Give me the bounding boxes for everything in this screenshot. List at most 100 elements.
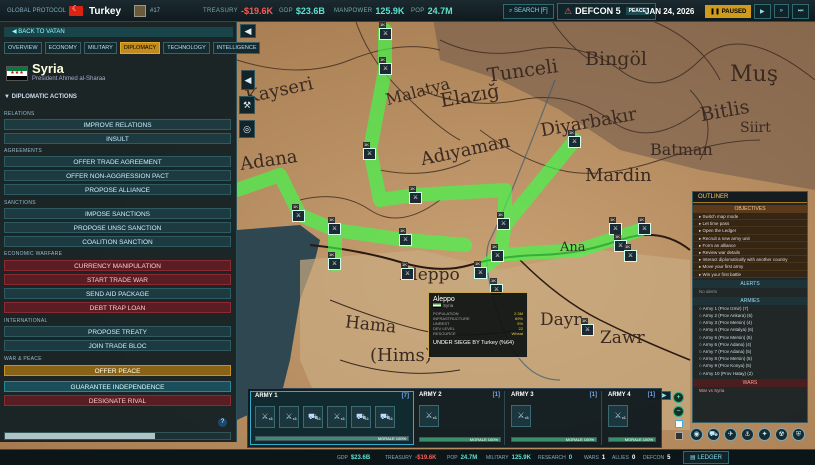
tab-intelligence[interactable]: INTELLIGENCE <box>212 42 261 54</box>
unit-card[interactable]: ⚔ x1 <box>419 405 439 427</box>
objective-item[interactable]: ▸ Switch map mode <box>693 213 807 221</box>
unit-card[interactable]: ⚔ x1 <box>327 406 347 428</box>
unit-icon-4[interactable]: ⚓ <box>741 428 754 441</box>
impose-sanctions-button[interactable]: IMPOSE SANCTIONS <box>4 208 231 219</box>
tab-overview[interactable]: OVERVIEW <box>4 42 42 54</box>
objective-item[interactable]: ▸ Let time pass <box>693 220 807 228</box>
objective-item[interactable]: ▸ Win your first battle <box>693 270 807 278</box>
search-button[interactable]: ⌕ SEARCH [F] <box>503 3 554 19</box>
wars-header[interactable]: WARS <box>693 378 807 387</box>
army-card-2[interactable]: ARMY 2 [1] ⚔ x1 MORALE 100% <box>415 391 505 445</box>
unit-marker[interactable]: ⚔ <box>401 262 414 280</box>
unit-marker[interactable]: ⚔ <box>328 217 341 235</box>
objective-item[interactable]: ▸ Interact diplomatically with another c… <box>693 256 807 264</box>
unit-card[interactable]: ⛟ x1 <box>375 406 395 428</box>
propose-alliance-button[interactable]: PROPOSE ALLIANCE <box>4 184 231 195</box>
army-list-item[interactable]: ○ Army 1 (Prov Izmir) (7) <box>693 305 807 312</box>
diplomatic-actions-header[interactable]: ▼ DIPLOMATIC ACTIONS <box>4 94 77 100</box>
unit-marker[interactable]: ⚔ <box>497 212 510 230</box>
tab-economy[interactable]: ECONOMY <box>44 42 81 54</box>
unit-icon-7[interactable]: ⛨ <box>792 428 805 441</box>
country-name[interactable]: Turkey <box>89 0 121 22</box>
unit-marker[interactable]: ⚔ <box>581 318 594 336</box>
ledger-button[interactable]: ▤ LEDGER <box>683 451 730 464</box>
unit-marker[interactable]: ⚔ <box>409 186 422 204</box>
collapse-left-button[interactable]: ◀ <box>240 24 256 38</box>
tab-military[interactable]: MILITARY <box>83 42 117 54</box>
objective-item[interactable]: ▸ Recruit a new army unit <box>693 234 807 242</box>
propose-treaty-button[interactable]: PROPOSE TREATY <box>4 326 231 337</box>
trade-war-button[interactable]: START TRADE WAR <box>4 274 231 285</box>
unit-icon-5[interactable]: ✦ <box>758 428 771 441</box>
army-list-item[interactable]: ○ Army 6 (Prov Adana) (4) <box>693 341 807 348</box>
unit-icon-3[interactable]: ✈ <box>724 428 737 441</box>
minimap-toggle[interactable] <box>675 420 683 428</box>
objective-item[interactable]: ▸ Open the Ledger <box>693 227 807 235</box>
defcon-indicator[interactable]: ⚠ DEFCON 5 PEACE <box>557 2 656 20</box>
help-icon[interactable]: ? <box>218 418 227 427</box>
objective-item[interactable]: ▸ Form an alliance <box>693 241 807 249</box>
unit-card[interactable]: ⚔ x1 <box>511 405 531 427</box>
unsc-sanction-button[interactable]: PROPOSE UNSC SANCTION <box>4 222 231 233</box>
debt-trap-button[interactable]: DEBT TRAP LOAN <box>4 302 231 313</box>
unit-card[interactable]: ⚔ x1 <box>255 406 275 428</box>
layers-tool-button[interactable]: ◎ <box>239 120 255 138</box>
unit-marker[interactable]: ⚔ <box>624 244 637 262</box>
armies-header[interactable]: ARMIES <box>693 296 807 305</box>
unit-marker[interactable]: ⚔ <box>491 244 504 262</box>
build-tool-button[interactable]: ⚒ <box>239 96 255 114</box>
unit-card[interactable]: ⚔ x1 <box>279 406 299 428</box>
unit-marker[interactable]: ⚔ <box>474 261 487 279</box>
guarantee-independence-button[interactable]: GUARANTEE INDEPENDENCE <box>4 381 231 392</box>
offer-trade-button[interactable]: OFFER TRADE AGREEMENT <box>4 156 231 167</box>
scrollbar-thumb[interactable] <box>5 433 155 439</box>
unit-card[interactable]: ⚔ x1 <box>608 405 628 427</box>
army-list-item[interactable]: ○ Army 5 (Prov Mersin) (5) <box>693 334 807 341</box>
unit-marker[interactable]: ⚔ <box>328 252 341 270</box>
unit-icon-6[interactable]: ☢ <box>775 428 788 441</box>
army-list-item[interactable]: ○ Army 2 (Prov Ankara) (6) <box>693 312 807 319</box>
objective-item[interactable]: ▸ Review war details <box>693 248 807 257</box>
offer-peace-button[interactable]: OFFER PEACE <box>4 365 231 376</box>
join-trade-bloc-button[interactable]: JOIN TRADE BLOC <box>4 340 231 351</box>
outliner-title[interactable]: OUTLINER <box>693 192 807 203</box>
insult-button[interactable]: INSULT <box>4 133 231 144</box>
army-list-item[interactable]: ○ Army 3 (Prov Mersin) (4) <box>693 319 807 326</box>
army-list-item[interactable]: ○ Army 4 (Prov Antalya) (6) <box>693 326 807 333</box>
army-card-3[interactable]: ARMY 3 [1] ⚔ x1 MORALE 100% <box>507 391 602 445</box>
unit-card[interactable]: ⛟ x1 <box>351 406 371 428</box>
paused-button[interactable]: ❚❚ PAUSED <box>705 4 752 18</box>
army-list-item[interactable]: ○ Army 9 (Prov Konya) (5) <box>693 362 807 369</box>
army-card-1[interactable]: ARMY 1 [7] ⚔ x1 ⚔ x1 ⛟ x1 ⚔ x1 ⛟ x1 ⛟ x1 MORALE… <box>250 391 414 445</box>
objective-item[interactable]: ▸ Move your first army <box>693 263 807 271</box>
army-card-4[interactable]: ARMY 4 [1] ⚔ x1 MORALE 100% <box>604 391 659 445</box>
grid-toggle[interactable] <box>675 432 683 440</box>
designate-rival-button[interactable]: DESIGNATE RIVAL <box>4 395 231 406</box>
back-button[interactable]: ◀ BACK TO VATAN <box>4 27 233 37</box>
currency-manipulation-button[interactable]: CURRENCY MANIPULATION <box>4 260 231 271</box>
unit-card[interactable]: ⛟ x1 <box>303 406 323 428</box>
unit-marker[interactable]: ⚔ <box>292 204 305 222</box>
zoom-in-button[interactable]: + <box>673 392 684 403</box>
alerts-header[interactable]: ALERTS <box>693 279 807 288</box>
tab-technology[interactable]: TECHNOLOGY <box>163 42 210 54</box>
play-button[interactable]: ▶ <box>754 3 771 19</box>
toggle-panel-button[interactable]: ◀ <box>241 70 255 90</box>
improve-relations-button[interactable]: IMPROVE RELATIONS <box>4 119 231 130</box>
army-list-item[interactable]: ○ Army 8 (Prov Mersin) (5) <box>693 355 807 362</box>
unit-marker[interactable]: ⚔ <box>363 142 376 160</box>
unit-marker[interactable]: ⚔ <box>399 228 412 246</box>
unit-icon-1[interactable]: ◉ <box>690 428 703 441</box>
tab-diplomacy[interactable]: DIPLOMACY <box>119 42 161 54</box>
unit-marker[interactable]: ⚔ <box>638 217 651 235</box>
offer-nap-button[interactable]: OFFER NON-AGGRESSION PACT <box>4 170 231 181</box>
army-list-item[interactable]: ○ Army 7 (Prov Adana) (5) <box>693 348 807 355</box>
unit-icon-2[interactable]: ⛟ <box>707 428 720 441</box>
zoom-out-button[interactable]: − <box>673 406 684 417</box>
speed-button[interactable]: ⏭ <box>791 3 810 19</box>
unit-marker[interactable]: ⚔ <box>379 22 392 40</box>
unit-marker[interactable]: ⚔ <box>568 130 581 148</box>
objectives-header[interactable]: OBJECTIVES <box>693 205 807 213</box>
war-item[interactable]: War vs Syria <box>693 387 807 394</box>
unit-marker[interactable]: ⚔ <box>379 57 392 75</box>
